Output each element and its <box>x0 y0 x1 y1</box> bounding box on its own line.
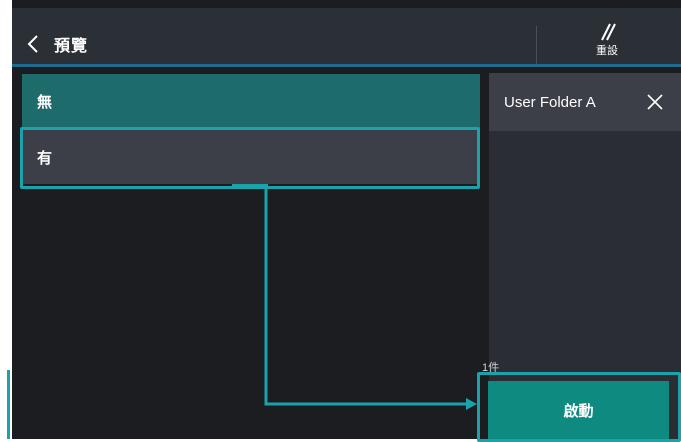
highlight-start-button <box>477 372 681 442</box>
header-accent-line <box>12 64 681 67</box>
left-edge-marker <box>0 368 12 439</box>
reset-label: 重設 <box>596 45 618 57</box>
left-edge-highlight <box>7 370 10 439</box>
folder-name: User Folder A <box>504 93 596 111</box>
header-bar: 預覽 重設 <box>12 8 681 66</box>
header-divider <box>536 26 537 66</box>
page-title: 預覽 <box>54 38 89 55</box>
close-icon[interactable] <box>635 82 675 122</box>
option-none[interactable]: 無 <box>22 74 480 128</box>
reset-button[interactable]: 重設 <box>572 20 642 68</box>
back-button[interactable]: 預覽 <box>26 22 136 66</box>
reset-slash-icon <box>572 22 642 42</box>
folder-item[interactable]: User Folder A <box>489 73 681 131</box>
highlight-option-yes <box>20 127 480 189</box>
chevron-left-icon <box>26 34 40 54</box>
option-none-label: 無 <box>37 93 53 111</box>
